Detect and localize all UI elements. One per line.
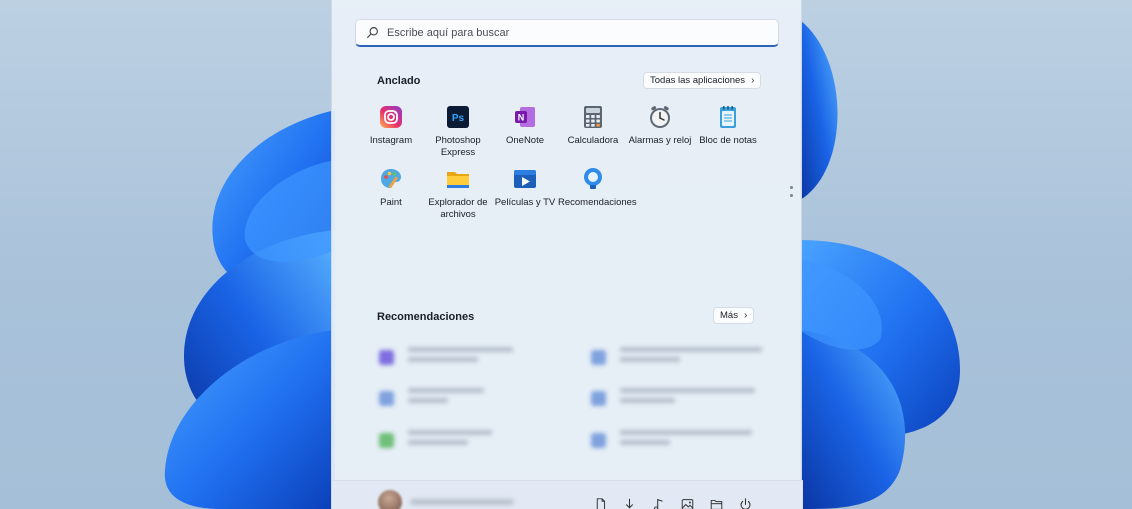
app-label: Películas y TV	[494, 197, 556, 208]
pinned-app-notepad[interactable]: Bloc de notas	[693, 105, 763, 147]
pinned-app-tips[interactable]: Recomendaciones	[558, 167, 637, 209]
pinned-app-movies-tv[interactable]: Películas y TV	[490, 167, 560, 209]
onenote-icon: N	[515, 107, 535, 127]
pinned-app-paint[interactable]: Paint	[356, 167, 426, 209]
user-name[interactable]	[410, 499, 514, 505]
app-label: Explorador de archivos	[428, 197, 488, 220]
instagram-icon	[380, 106, 402, 128]
page-dot	[790, 186, 793, 189]
recommended-item[interactable]	[591, 347, 762, 367]
music-icon[interactable]	[652, 498, 665, 509]
all-apps-button[interactable]: Todas las aplicaciones ›	[643, 72, 762, 89]
recommended-item[interactable]	[379, 347, 513, 367]
recommended-item-icon	[591, 390, 606, 406]
more-label: Más	[720, 310, 738, 321]
power-icon[interactable]	[739, 498, 752, 509]
all-apps-label: Todas las aplicaciones	[650, 75, 746, 86]
photoshop-express-icon: Ps	[447, 106, 469, 128]
recommended-item-icon	[379, 432, 394, 448]
document-icon[interactable]	[594, 498, 607, 509]
notepad-icon	[720, 106, 736, 128]
pinned-app-file-explorer[interactable]: Explorador de archivos	[423, 167, 493, 221]
page-dot	[790, 194, 793, 197]
app-label: Alarmas y reloj	[628, 135, 692, 146]
start-footer	[332, 480, 803, 509]
svg-text:N: N	[518, 113, 525, 123]
chevron-right-icon: ›	[743, 310, 748, 321]
app-label: Recomendaciones	[558, 197, 637, 208]
svg-text:Ps: Ps	[452, 113, 465, 124]
search-icon	[367, 27, 378, 38]
recommended-item[interactable]	[591, 388, 755, 408]
pinned-app-instagram[interactable]: Instagram	[356, 105, 426, 147]
recommended-item[interactable]	[379, 430, 492, 450]
start-menu: Anclado Todas las aplicaciones › Instagr…	[331, 0, 803, 509]
user-avatar[interactable]	[378, 490, 402, 509]
recommended-item-icon	[379, 349, 394, 365]
search-input[interactable]	[387, 26, 747, 39]
movies-tv-icon	[514, 170, 536, 188]
more-button[interactable]: Más ›	[713, 307, 755, 324]
app-label: Instagram	[369, 135, 413, 146]
pinned-app-photoshop-express[interactable]: Ps Photoshop Express	[423, 105, 493, 159]
recommended-item-icon	[591, 349, 606, 365]
image-icon[interactable]	[681, 498, 694, 509]
app-label: Calculadora	[567, 135, 619, 146]
recommended-item[interactable]	[591, 430, 752, 450]
app-label: Paint	[380, 197, 402, 208]
app-label: OneNote	[505, 135, 545, 146]
search-box[interactable]	[355, 19, 779, 47]
pinned-app-alarms-clock[interactable]: Alarmas y reloj	[625, 105, 695, 147]
pinned-page-indicator[interactable]	[790, 186, 794, 202]
recommended-item-icon	[591, 432, 606, 448]
tips-icon	[584, 168, 602, 189]
download-icon[interactable]	[623, 498, 636, 509]
folder-icon[interactable]	[710, 498, 723, 509]
chevron-right-icon: ›	[751, 75, 755, 86]
footer-quick-folders	[594, 498, 768, 509]
app-label: Bloc de notas	[699, 135, 757, 146]
recommended-item-icon	[379, 390, 394, 406]
pinned-app-calculator[interactable]: Calculadora	[558, 105, 628, 147]
file-explorer-icon	[447, 172, 469, 188]
alarm-clock-icon	[650, 106, 670, 128]
app-label: Photoshop Express	[435, 135, 481, 158]
pinned-section-title: Anclado	[377, 75, 421, 87]
paint-icon	[381, 169, 401, 189]
pinned-app-onenote[interactable]: N OneNote	[490, 105, 560, 147]
recommended-item[interactable]	[379, 388, 484, 408]
calculator-icon	[584, 106, 602, 128]
recommended-section-title: Recomendaciones	[377, 311, 475, 323]
